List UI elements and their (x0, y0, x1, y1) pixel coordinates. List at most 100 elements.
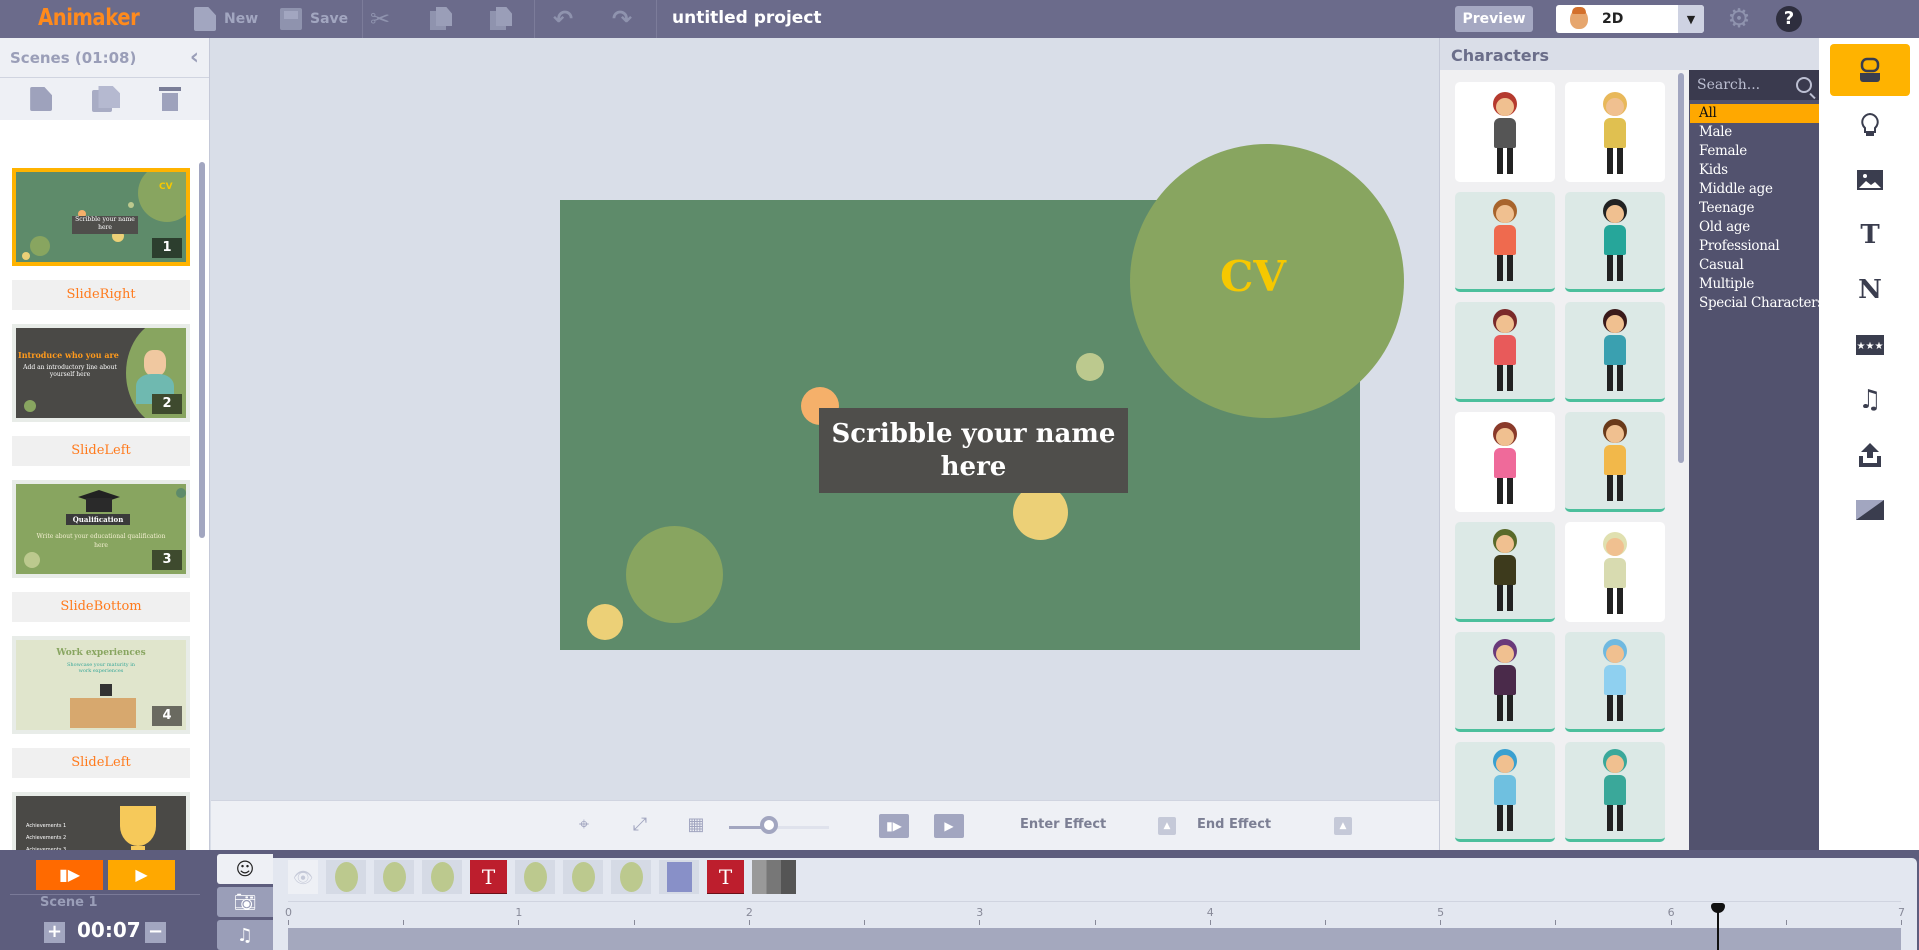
timeline-object-circle[interactable] (326, 860, 366, 894)
effects-tool[interactable]: ★★★ (1830, 319, 1910, 371)
characters-tool[interactable] (1830, 44, 1910, 96)
character-card-witch[interactable] (1455, 632, 1555, 732)
stage-title-text[interactable]: Scribble your name here (819, 408, 1128, 493)
cut-button[interactable]: ✂ (370, 0, 390, 38)
character-card-girl-pigtails[interactable] (1565, 412, 1665, 512)
characters-scrollbar[interactable] (1678, 73, 1684, 463)
add-scene-icon[interactable] (30, 87, 53, 111)
chevron-down-icon[interactable]: ▼ (1678, 5, 1704, 33)
trash-icon[interactable] (158, 87, 181, 111)
category-all[interactable]: All (1690, 104, 1819, 123)
character-card-boy-teal-shirt[interactable] (1565, 192, 1665, 292)
character-card-mummy[interactable] (1565, 522, 1665, 622)
character-card-woman-teal-top[interactable] (1565, 302, 1665, 402)
search-icon[interactable] (1796, 77, 1812, 93)
transition-label[interactable]: SlideLeft (12, 436, 190, 466)
playhead[interactable] (1710, 903, 1725, 950)
stage-green-circle[interactable] (626, 526, 723, 623)
collapse-panel-icon[interactable]: ‹ (190, 45, 199, 70)
transition-label[interactable]: SlideLeft (12, 748, 190, 778)
duplicate-scene-icon[interactable] (92, 86, 120, 112)
transition-label[interactable]: SlideBottom (12, 592, 190, 622)
help-icon[interactable]: ? (1776, 6, 1802, 32)
character-card-hospital-bed-xray[interactable] (1565, 742, 1665, 842)
redo-button[interactable]: ↷ (612, 0, 632, 38)
timeline-object-circle[interactable] (563, 860, 603, 894)
gear-icon[interactable]: ⚙ (1726, 6, 1752, 32)
preview-button[interactable]: Preview (1455, 6, 1533, 32)
timeline-object-circle[interactable] (515, 860, 555, 894)
tab-music-timeline[interactable]: ♫ (217, 920, 273, 950)
category-old-age[interactable]: Old age (1689, 218, 1820, 237)
character-card-businesswoman[interactable] (1455, 82, 1555, 182)
category-casual[interactable]: Casual (1689, 256, 1820, 275)
center-target-icon[interactable]: ⌖ (573, 814, 595, 836)
category-professional[interactable]: Professional (1689, 237, 1820, 256)
play-all-button[interactable]: ▶ (108, 860, 175, 890)
character-card-patient-at-reception[interactable] (1565, 632, 1665, 732)
character-card-boy-red-shirt[interactable] (1455, 192, 1555, 292)
scene-thumbnail-1[interactable]: CV Scribble your name here 1 (12, 168, 190, 266)
increase-duration-button[interactable]: + (44, 922, 65, 943)
category-special-characters[interactable]: Special Characters (1689, 294, 1824, 313)
scene-thumbnail-3[interactable]: Qualification Write about your education… (12, 480, 190, 578)
scene-thumbnail-5[interactable]: Achievements 1 Achievements 2 Achievemen… (12, 792, 190, 850)
character-card-woman-red-top[interactable] (1455, 302, 1555, 402)
play-from-here-button[interactable]: ▮▶ (879, 814, 909, 838)
category-female[interactable]: Female (1689, 142, 1820, 161)
timeline-object-rectangle[interactable] (659, 860, 699, 894)
decrease-duration-button[interactable]: − (145, 922, 166, 943)
category-teenage[interactable]: Teenage (1689, 199, 1820, 218)
zoom-slider-track[interactable] (729, 826, 829, 829)
timeline-object-circle[interactable] (611, 860, 651, 894)
scenes-scrollbar[interactable] (199, 162, 205, 538)
zoom-slider-knob[interactable] (760, 816, 778, 834)
transitions-tool[interactable] (1830, 484, 1910, 536)
fit-screen-icon[interactable]: ⤢ (629, 814, 651, 836)
character-card-nurse-and-doctor[interactable] (1455, 742, 1555, 842)
play-button[interactable]: ▶ (934, 814, 964, 838)
stage-yellow-dot[interactable] (587, 604, 623, 640)
timeline-track[interactable] (288, 928, 1901, 950)
scene-thumbnail-2[interactable]: Introduce who you are Add an introductor… (12, 324, 190, 422)
upload-tool[interactable] (1830, 429, 1910, 481)
copy-button[interactable] (430, 0, 452, 38)
mode-select[interactable]: 2D ▼ (1556, 5, 1704, 33)
search-input[interactable]: Search... (1697, 77, 1760, 93)
category-middle-age[interactable]: Middle age (1689, 180, 1820, 199)
enter-effect-button[interactable]: ▲ (1158, 817, 1176, 835)
paste-button[interactable] (490, 0, 512, 38)
end-effect-button[interactable]: ▲ (1334, 817, 1352, 835)
music-tool[interactable]: ♫ (1830, 374, 1910, 426)
numbers-tool[interactable]: N (1830, 264, 1910, 316)
timeline-object-background[interactable] (752, 860, 796, 894)
stage-badge-text[interactable]: CV (1220, 252, 1286, 301)
text-tool[interactable]: T (1830, 209, 1910, 261)
stage-yellow-circle[interactable] (1013, 485, 1068, 540)
timeline-object-text[interactable]: T (470, 860, 507, 894)
transition-label[interactable]: SlideRight (12, 280, 190, 310)
project-title[interactable]: untitled project (672, 8, 822, 28)
timeline-object-text[interactable]: T (707, 860, 744, 894)
grid-icon[interactable]: ▦ (685, 814, 707, 836)
timeline-object-circle[interactable] (422, 860, 462, 894)
playhead-handle[interactable] (1710, 903, 1725, 913)
category-male[interactable]: Male (1689, 123, 1820, 142)
tab-camera-timeline[interactable]: 📷︎ (217, 887, 273, 917)
undo-button[interactable]: ↶ (553, 0, 573, 38)
stage-small-circle[interactable] (1076, 353, 1104, 381)
character-card-office-man-yellow-shirt[interactable] (1565, 82, 1665, 182)
backgrounds-tool[interactable] (1830, 154, 1910, 206)
new-button[interactable]: New (194, 0, 258, 38)
character-card-frankenstein-monster[interactable] (1455, 522, 1555, 622)
category-kids[interactable]: Kids (1689, 161, 1820, 180)
visibility-eye-icon[interactable]: 👁︎ (288, 860, 318, 894)
timeline-object-circle[interactable] (374, 860, 414, 894)
save-button[interactable]: Save (280, 0, 348, 38)
character-card-girl-red-hair[interactable] (1455, 412, 1555, 512)
category-multiple[interactable]: Multiple (1689, 275, 1820, 294)
play-scene-from-start-button[interactable]: ▮▶ (36, 860, 103, 890)
scene-thumbnail-4[interactable]: Work experiences Showcase your maturity … (12, 636, 190, 734)
character-search[interactable]: Search... (1689, 70, 1820, 100)
props-tool[interactable] (1830, 99, 1910, 151)
